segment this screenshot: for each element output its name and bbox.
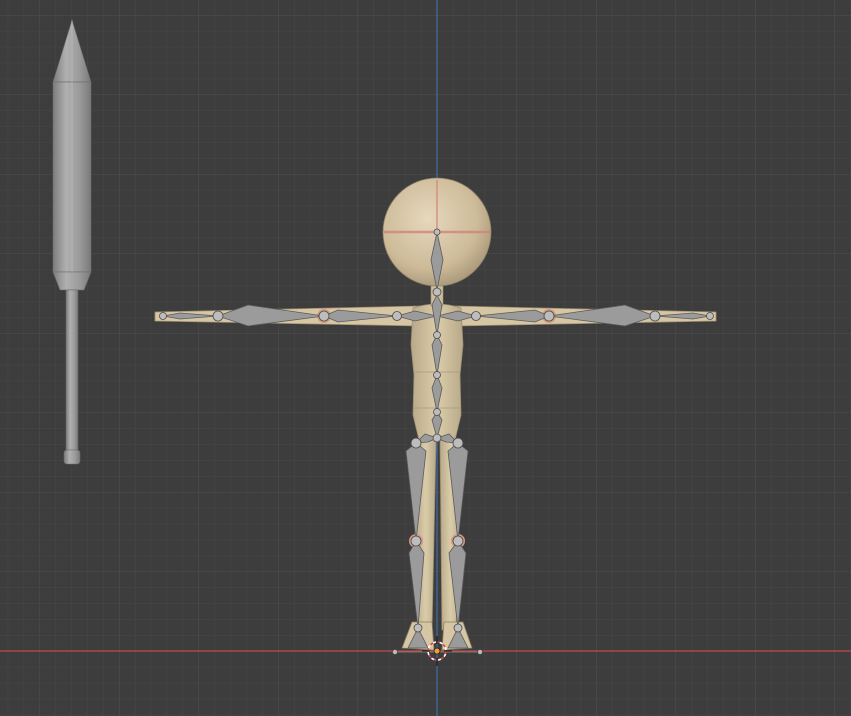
viewport-canvas[interactable]: [0, 0, 851, 716]
origin-dot: [433, 647, 441, 655]
3d-viewport[interactable]: [0, 0, 851, 716]
